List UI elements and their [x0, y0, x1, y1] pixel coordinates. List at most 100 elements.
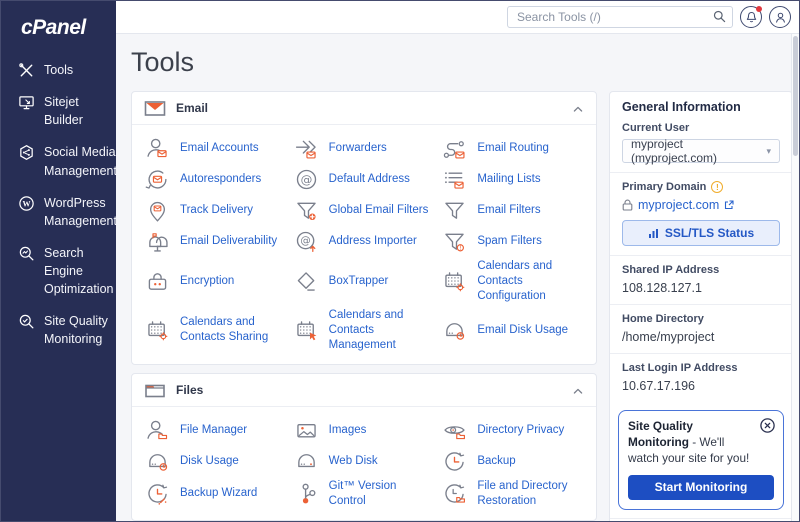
tools-icon: [18, 62, 35, 79]
tool-item-label: Spam Filters: [477, 235, 542, 248]
sidebar-item-social-media-management[interactable]: Social Media Management: [1, 136, 117, 186]
tool-item-label: Default Address: [328, 173, 410, 186]
sidebar-item-label: Search Engine Optimization: [44, 245, 114, 297]
sidebar-item-wordpress-management[interactable]: W WordPress Management: [1, 187, 117, 237]
tool-item-encryption[interactable]: Encryption: [144, 257, 287, 306]
close-icon[interactable]: [760, 418, 775, 433]
tool-item-calendars-and-contacts-management[interactable]: Calendars and Contacts Management: [293, 306, 436, 355]
notification-text: Site Quality Monitoring - We'll watch yo…: [628, 419, 774, 467]
tool-item-address-importer[interactable]: @ Address Importer: [293, 226, 436, 257]
cpanel-window: cPanel Tools Sitejet Builder Social Media …: [0, 0, 800, 522]
tool-item-label: File Manager: [180, 423, 248, 436]
social-media-icon: [18, 144, 35, 161]
ssl-tls-status-button[interactable]: SSL/TLS Status: [622, 220, 780, 246]
drive-clock-icon: [441, 317, 468, 344]
sidebar-item-label: WordPress Management: [44, 195, 117, 228]
tool-item-label: Address Importer: [328, 235, 417, 248]
tool-item-git-version-control[interactable]: Git™ Version Control: [293, 477, 436, 511]
tool-item-label: File and Directory Restoration: [477, 479, 568, 507]
tool-item-spam-filters[interactable]: ! Spam Filters: [441, 226, 584, 257]
tool-item-label: Email Routing: [477, 142, 549, 155]
tool-item-label: Calendars and Contacts Sharing: [180, 316, 269, 344]
shared-ip-label: Shared IP Address: [622, 264, 720, 276]
sidebar-item-site-quality-monitoring[interactable]: Site Quality Monitoring: [1, 305, 116, 355]
home-directory-section: Home Directory /home/myproject: [610, 304, 792, 353]
sidebar-item-label: Tools: [44, 63, 74, 77]
tool-item-disk-usage[interactable]: Disk Usage: [144, 446, 287, 477]
double-arrow-icon: [293, 135, 320, 162]
current-user-section: General Information Current User myproje…: [610, 92, 792, 172]
tool-item-email-routing[interactable]: Email Routing: [441, 133, 584, 164]
section-grid-email: Email Accounts Forwarders Email Routing Aut…: [132, 125, 596, 364]
warning-icon[interactable]: !: [711, 181, 724, 193]
site-quality-icon: [18, 313, 35, 330]
chevron-up-icon[interactable]: [572, 102, 584, 114]
tool-item-global-email-filters[interactable]: Global Email Filters: [293, 195, 436, 226]
tool-item-calendars-and-contacts-sharing[interactable]: Calendars and Contacts Sharing: [144, 306, 287, 355]
tool-item-track-delivery[interactable]: Track Delivery: [144, 195, 287, 226]
at-circle-icon: @: [293, 166, 320, 193]
chevron-up-icon[interactable]: [572, 384, 584, 396]
sidebar-item-search-engine-optimization[interactable]: Search Engine Optimization: [1, 237, 116, 305]
section-header-email[interactable]: Email: [132, 92, 596, 125]
sidebar-item-tools[interactable]: Tools: [1, 54, 116, 86]
shared-ip-section: Shared IP Address 108.128.127.1: [610, 255, 792, 304]
pin-envelope-icon: [144, 197, 171, 224]
tool-item-default-address[interactable]: @ Default Address: [293, 164, 436, 195]
tool-item-backup-wizard[interactable]: Backup Wizard: [144, 477, 287, 511]
svg-text:@: @: [300, 173, 312, 187]
tool-item-email-filters[interactable]: Email Filters: [441, 195, 584, 226]
seo-icon: [18, 245, 35, 262]
chevron-down-icon: ▾: [766, 145, 771, 156]
sidebar-item-label: Sitejet Builder: [44, 95, 83, 128]
clock-folder-icon: [441, 480, 468, 507]
tool-item-label: Calendars and Contacts Management: [328, 308, 404, 351]
clock-arrow-icon: [441, 448, 468, 475]
sidebar-nav: Tools Sitejet Builder Social Media Managem…: [1, 54, 117, 356]
search-input[interactable]: [507, 6, 733, 28]
mailbox-icon: [144, 228, 171, 255]
tool-item-boxtrapper[interactable]: BoxTrapper: [293, 257, 436, 306]
user-menu-button[interactable]: [769, 6, 791, 28]
current-user-select[interactable]: myproject (myproject.com) ▾: [622, 137, 780, 165]
tool-item-autoresponders[interactable]: Autoresponders: [144, 164, 287, 195]
tool-item-file-and-directory-restoration[interactable]: File and Directory Restoration: [441, 477, 584, 511]
notifications-button[interactable]: [740, 6, 762, 28]
tool-item-label: Git™ Version Control: [328, 479, 397, 507]
tool-item-mailing-lists[interactable]: Mailing Lists: [441, 164, 584, 195]
tool-item-directory-privacy[interactable]: Directory Privacy: [441, 415, 584, 446]
tool-item-web-disk[interactable]: Web Disk: [293, 446, 436, 477]
last-login-ip-label: Last Login IP Address: [622, 362, 738, 374]
general-information-card: General Information Current User myproje…: [609, 91, 793, 521]
page-title: Tools: [131, 47, 195, 77]
funnel-warning-icon: !: [441, 228, 468, 255]
tool-item-calendars-and-contacts-configuration[interactable]: Calendars and Contacts Configuration: [441, 257, 584, 306]
tool-item-email-disk-usage[interactable]: Email Disk Usage: [441, 306, 584, 355]
primary-domain-link[interactable]: myproject.com: [638, 198, 719, 212]
section-header-files[interactable]: Files: [132, 374, 596, 407]
funnel-icon: [441, 197, 468, 224]
tool-item-images[interactable]: Images: [293, 415, 436, 446]
cpanel-logo: cPanel: [21, 16, 86, 39]
tool-item-forwarders[interactable]: Forwarders: [293, 133, 436, 164]
search-icon[interactable]: [713, 10, 726, 23]
lock-icon: [622, 199, 633, 211]
scrollbar-thumb[interactable]: [793, 36, 798, 156]
tool-item-label: Encryption: [180, 274, 235, 287]
start-monitoring-button[interactable]: Start Monitoring: [628, 474, 774, 500]
primary-domain-label-text: Primary Domain: [622, 181, 707, 193]
sidebar-item-label: Social Media Management: [44, 145, 117, 178]
tool-item-label: Email Filters: [477, 204, 541, 217]
sidebar-item-sitejet-builder[interactable]: Sitejet Builder: [1, 86, 116, 136]
drive-icon: [293, 448, 320, 475]
home-directory-value: /home/myproject: [622, 330, 715, 344]
tool-item-email-accounts[interactable]: Email Accounts: [144, 133, 287, 164]
shared-ip-value: 108.128.127.1: [622, 281, 702, 295]
tool-item-backup[interactable]: Backup: [441, 446, 584, 477]
tool-item-file-manager[interactable]: File Manager: [144, 415, 287, 446]
current-user-label: Current User: [622, 122, 690, 134]
tool-item-email-deliverability[interactable]: Email Deliverability: [144, 226, 287, 257]
tool-item-label: Backup Wizard: [180, 487, 258, 500]
box-trap-icon: [293, 268, 320, 295]
scrollbar[interactable]: [791, 34, 799, 521]
